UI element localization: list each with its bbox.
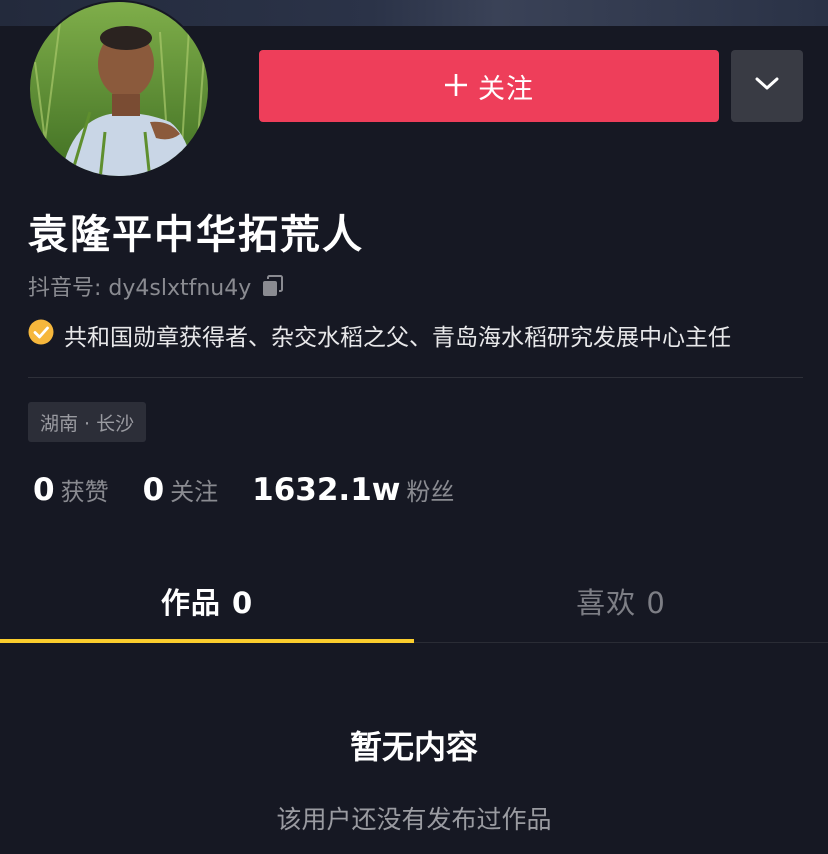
verification-row: 共和国勋章获得者、杂交水稻之父、青岛海水稻研究发展中心主任 <box>28 318 731 352</box>
plus-icon <box>444 70 468 102</box>
avatar[interactable] <box>28 0 210 178</box>
profile-divider <box>28 377 803 378</box>
more-options-button[interactable] <box>731 50 803 122</box>
follow-label: 关注 <box>478 73 534 105</box>
avatar-photo <box>30 2 208 176</box>
location-tag[interactable]: 湖南 · 长沙 <box>28 402 147 442</box>
stat-followers[interactable]: 1632.1w 粉丝 <box>252 472 454 508</box>
verification-text: 共和国勋章获得者、杂交水稻之父、青岛海水稻研究发展中心主任 <box>64 325 731 351</box>
empty-state-subtitle: 该用户还没有发布过作品 <box>276 805 552 834</box>
verified-badge-icon <box>28 319 54 351</box>
stat-followers-label: 粉丝 <box>406 478 455 506</box>
chevron-down-icon <box>754 76 780 96</box>
follow-button[interactable]: 关注 <box>259 50 719 122</box>
douyin-id-row: 抖音号: dy4slxtfnu4y <box>28 270 285 302</box>
stats-row: 0 获赞 0 关注 1632.1w 粉丝 <box>33 472 488 508</box>
stat-following-value: 0 <box>142 472 165 508</box>
stat-likes-label: 获赞 <box>60 478 109 506</box>
empty-state-title: 暂无内容 <box>349 728 478 766</box>
douyin-id-text: 抖音号: dy4slxtfnu4y <box>28 276 252 301</box>
stat-following-label: 关注 <box>170 478 219 506</box>
stat-following[interactable]: 0 关注 <box>143 472 219 508</box>
copy-icon[interactable] <box>261 274 285 298</box>
content-tabs: 作品 0 喜欢 0 <box>0 560 828 643</box>
tab-likes[interactable]: 喜欢 0 <box>414 560 828 642</box>
stat-likes-value: 0 <box>33 472 55 508</box>
tab-works[interactable]: 作品 0 <box>0 560 414 643</box>
stat-likes[interactable]: 0 获赞 <box>33 472 109 508</box>
profile-nickname: 袁隆平中华拓荒人 <box>28 212 364 258</box>
stat-followers-value: 1632.1w <box>252 472 401 508</box>
